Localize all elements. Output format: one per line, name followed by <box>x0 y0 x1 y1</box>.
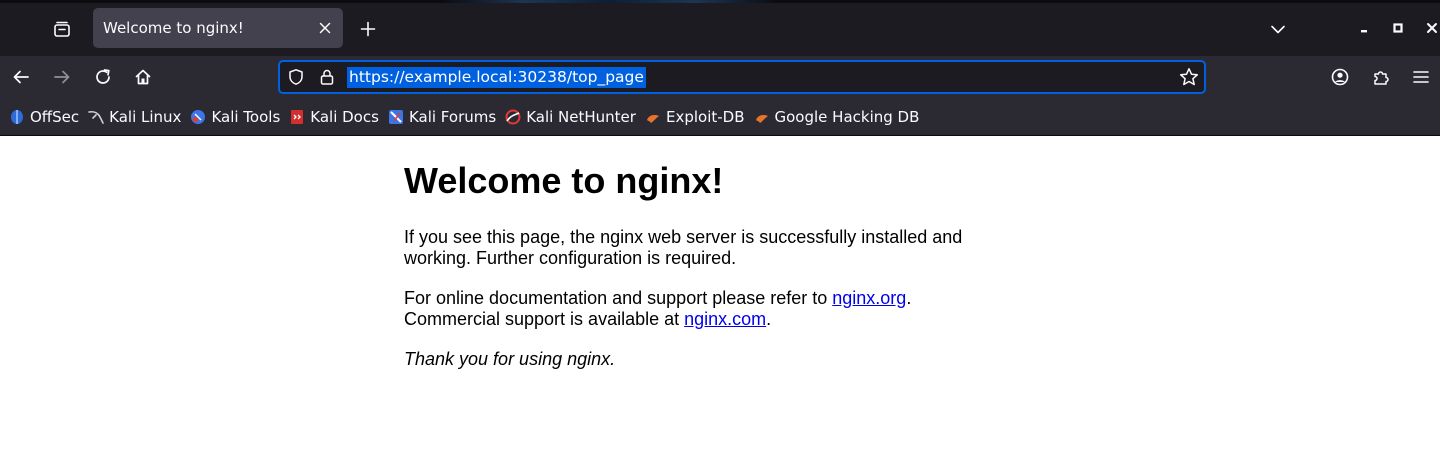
commercial-text: Commercial support is available at <box>404 309 685 329</box>
minimize-window-button[interactable] <box>1350 14 1378 42</box>
forward-button[interactable] <box>46 61 78 93</box>
bookmark-label: Kali Linux <box>109 107 182 126</box>
navigation-toolbar: https://example.local:30238/top_page <box>0 56 1440 98</box>
window-close-icon <box>1427 23 1437 33</box>
maximize-window-button[interactable] <box>1384 14 1412 42</box>
window-top-edge <box>0 0 1440 3</box>
hamburger-menu-icon <box>1413 71 1429 83</box>
plus-icon <box>360 21 376 37</box>
address-bar[interactable]: https://example.local:30238/top_page <box>278 60 1206 94</box>
arrow-right-icon <box>54 70 70 84</box>
extensions-button[interactable] <box>1365 61 1397 93</box>
list-all-tabs-button[interactable] <box>1262 13 1294 45</box>
app-menu-button[interactable] <box>1405 61 1437 93</box>
doc-text: For online documentation and support ple… <box>404 288 833 308</box>
nginx-welcome-page: Welcome to nginx! If you see this page, … <box>404 161 1004 389</box>
thanks-text: Thank you for using nginx. <box>404 349 616 369</box>
commercial-text-period: . <box>766 309 772 329</box>
exploit-db-icon <box>645 109 661 125</box>
new-tab-button[interactable] <box>352 13 384 45</box>
reload-button[interactable] <box>87 61 119 93</box>
offsec-icon <box>9 109 25 125</box>
bookmark-label: Kali Tools <box>211 107 281 126</box>
url-text[interactable]: https://example.local:30238/top_page <box>347 67 646 88</box>
kali-tools-icon <box>190 109 206 125</box>
home-icon <box>135 69 151 85</box>
arrow-left-icon <box>13 70 29 84</box>
thanks-paragraph: Thank you for using nginx. <box>404 349 1004 370</box>
bookmark-star-icon[interactable] <box>1179 67 1199 87</box>
bookmark-kali-nethunter[interactable]: Kali NetHunter <box>503 103 643 131</box>
close-icon <box>319 22 331 34</box>
doc-text-period: . <box>906 288 912 308</box>
tab-groups-icon <box>54 21 70 37</box>
tab-active[interactable]: Welcome to nginx! <box>93 8 343 48</box>
chevron-down-icon <box>1271 25 1285 34</box>
lock-icon[interactable] <box>317 67 337 87</box>
bookmarks-toolbar: OffSec Kali Linux Kali Tools Kali Docs K… <box>0 98 1440 136</box>
page-viewport: Welcome to nginx! If you see this page, … <box>0 137 1440 470</box>
kali-dragon-icon <box>88 109 104 125</box>
nethunter-icon <box>505 109 521 125</box>
bookmark-exploit-db[interactable]: Exploit-DB <box>643 103 752 131</box>
bookmark-kali-linux[interactable]: Kali Linux <box>86 103 188 131</box>
tab-collections-button[interactable] <box>44 12 80 46</box>
minimize-icon <box>1361 30 1367 33</box>
page-heading: Welcome to nginx! <box>404 160 724 201</box>
back-button[interactable] <box>5 61 37 93</box>
reload-icon <box>96 69 110 84</box>
tab-close-button[interactable] <box>311 14 339 42</box>
puzzle-icon <box>1374 71 1389 85</box>
tracking-protection-shield-icon[interactable] <box>286 67 306 87</box>
bookmark-label: OffSec <box>30 107 80 126</box>
account-icon <box>1331 68 1349 86</box>
maximize-icon <box>1393 23 1403 33</box>
ghdb-icon <box>754 109 770 125</box>
intro-paragraph: If you see this page, the nginx web serv… <box>404 227 963 268</box>
bookmark-kali-tools[interactable]: Kali Tools <box>188 103 287 131</box>
bookmark-kali-docs[interactable]: Kali Docs <box>287 103 386 131</box>
top-edge-glow <box>440 0 780 3</box>
close-window-button[interactable] <box>1418 14 1440 42</box>
bookmark-label: Kali Forums <box>408 107 497 126</box>
bookmark-label: Google Hacking DB <box>774 107 920 126</box>
tab-strip: Welcome to nginx! <box>0 0 1440 56</box>
bookmark-google-hacking-db[interactable]: Google Hacking DB <box>752 103 927 131</box>
bookmark-kali-forums[interactable]: Kali Forums <box>386 103 503 131</box>
home-button[interactable] <box>127 61 159 93</box>
kali-forums-icon <box>388 109 404 125</box>
account-button[interactable] <box>1324 61 1356 93</box>
nginx-com-link[interactable]: nginx.com <box>684 309 766 329</box>
tab-title: Welcome to nginx! <box>103 19 244 37</box>
bookmark-label: Kali Docs <box>310 107 379 126</box>
bookmark-label: Kali NetHunter <box>526 107 636 126</box>
documentation-paragraph: For online documentation and support ple… <box>404 288 1004 330</box>
nginx-org-link[interactable]: nginx.org <box>832 288 906 308</box>
bookmark-offsec[interactable]: OffSec <box>7 103 86 131</box>
kali-docs-icon <box>289 109 305 125</box>
bookmark-label: Exploit-DB <box>665 107 745 126</box>
